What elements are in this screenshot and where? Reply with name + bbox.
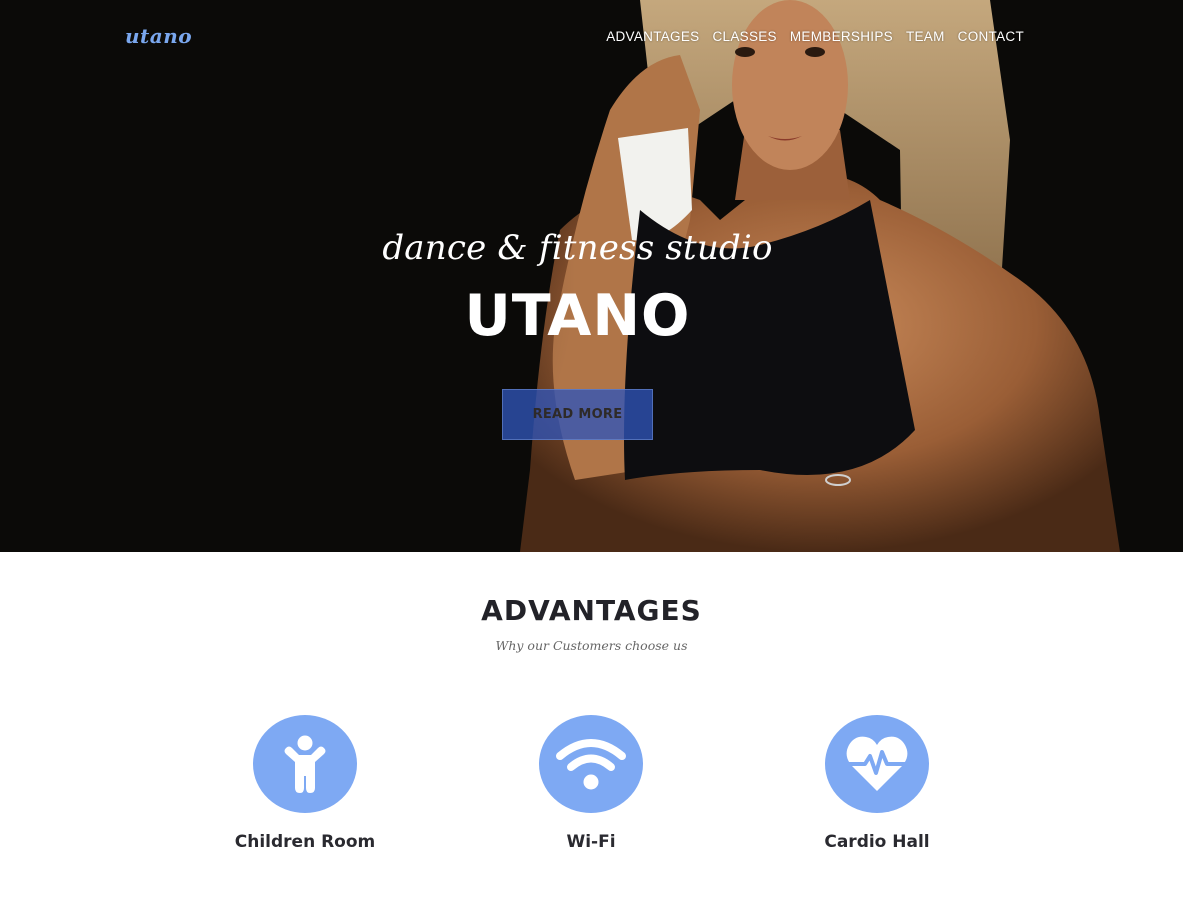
advantages-subtitle: Why our Customers choose us <box>495 638 688 653</box>
read-more-button[interactable]: READ MORE <box>502 389 653 440</box>
hero-background-image <box>0 0 1183 552</box>
feature-label: Children Room <box>234 832 376 852</box>
nav-item-classes[interactable]: CLASSES <box>712 29 776 44</box>
child-icon <box>253 715 357 813</box>
hero-tagline: dance & fitness studio <box>382 228 773 268</box>
feature-wifi: Wi-Fi <box>481 715 701 852</box>
brand-logo[interactable]: utano <box>125 24 192 48</box>
heartbeat-icon <box>825 715 929 813</box>
hero-section: utano ADVANTAGES CLASSES MEMBERSHIPS TEA… <box>0 0 1183 552</box>
wifi-icon <box>539 715 643 813</box>
nav-item-memberships[interactable]: MEMBERSHIPS <box>790 29 893 44</box>
feature-label: Cardio Hall <box>824 832 930 852</box>
main-nav: ADVANTAGES CLASSES MEMBERSHIPS TEAM CONT… <box>606 29 1024 44</box>
advantages-title: ADVANTAGES <box>481 594 702 627</box>
nav-item-advantages[interactable]: ADVANTAGES <box>606 29 699 44</box>
hero-title: UTANO <box>464 283 691 349</box>
feature-label: Wi-Fi <box>566 832 616 852</box>
feature-cardio-hall: Cardio Hall <box>767 715 987 852</box>
nav-item-team[interactable]: TEAM <box>906 29 945 44</box>
feature-children-room: Children Room <box>195 715 415 852</box>
nav-item-contact[interactable]: CONTACT <box>958 29 1024 44</box>
